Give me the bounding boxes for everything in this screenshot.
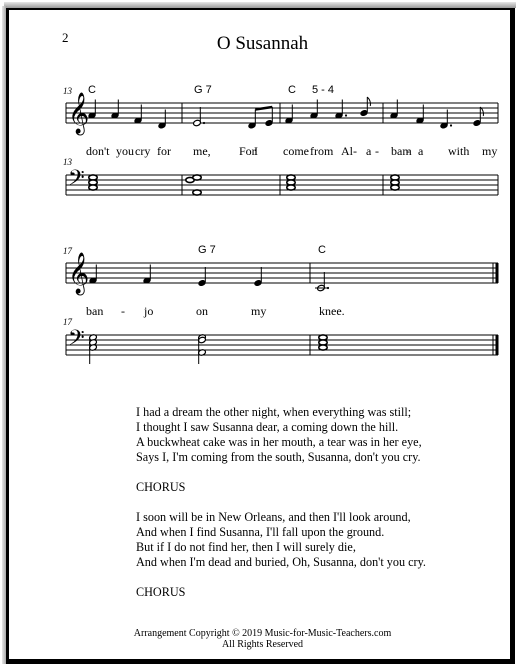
score: 𝄞𝄢1313C G 7C5 - 4don't you cry for me, ForI com… <box>63 84 499 364</box>
system-2: 𝄞𝄢1717G 7 Cban - jo on my knee. <box>63 244 499 364</box>
lyric-syllable: on <box>196 304 208 318</box>
lyric-syllable: with <box>448 144 469 158</box>
whole-note <box>192 174 203 181</box>
measure-number: 17 <box>63 246 73 256</box>
lyric-syllable: - <box>121 304 125 318</box>
lyric-syllable: a <box>418 144 424 158</box>
system-1: 𝄞𝄢1313C G 7C5 - 4don't you cry for me, ForI com… <box>63 84 499 196</box>
lyric-syllable: don't <box>86 144 110 158</box>
chord-symbol: C <box>88 84 96 96</box>
chord-symbol: C <box>288 84 296 96</box>
treble-clef-icon: 𝄞 <box>68 92 89 135</box>
chord-note <box>389 184 400 191</box>
whole-note <box>192 189 203 196</box>
note-dot <box>344 114 348 117</box>
lyric-syllable: for <box>157 144 171 158</box>
lyric-syllable: Al <box>341 144 354 158</box>
document-viewer: 2 O Susannah 𝄞 𝄢 13 13 C G 7C5 - 4 don't you cry… <box>0 0 525 670</box>
note-dot <box>326 286 330 290</box>
lyric-syllable: - <box>353 144 357 158</box>
measure-number: 17 <box>63 317 73 327</box>
lyric-syllable: cry <box>135 144 150 158</box>
verse-line: I soon will be in New Orleans, and then … <box>136 510 411 524</box>
rights-text: All Rights Reserved <box>221 639 304 650</box>
chord-note <box>88 184 99 191</box>
verse-line: CHORUS <box>136 480 186 494</box>
lyric-syllable: my <box>251 304 266 318</box>
measure-number: 13 <box>63 86 73 96</box>
note-beam <box>255 105 273 111</box>
lyric-syllable: - <box>406 144 410 158</box>
note-dot <box>449 124 453 127</box>
measure-number: 13 <box>63 157 73 167</box>
bass-clef-icon: 𝄢 <box>68 165 85 195</box>
verse-line: And when I find Susanna, I'll fall upon … <box>136 525 385 539</box>
lyric-syllable: I <box>254 144 258 158</box>
chord-note <box>317 344 328 351</box>
lyric-syllable: a <box>366 144 372 158</box>
chord-symbol: 5 - 4 <box>312 84 334 96</box>
chord-symbol: C <box>318 244 326 256</box>
chord-note <box>285 184 296 191</box>
lyric-syllable: - <box>375 144 379 158</box>
note-dot <box>202 121 206 125</box>
chorus-marker: CHORUS <box>136 585 426 600</box>
chorus-marker: CHORUS <box>136 480 426 495</box>
verse-line: Says I, I'm coming from the south, Susan… <box>136 450 421 464</box>
verse-line: But if I do not find her, then I will su… <box>136 540 356 554</box>
verse-line: I thought I saw Susanna dear, a coming d… <box>136 420 399 434</box>
verse-stanza: I soon will be in New Orleans, and then … <box>136 510 426 570</box>
verse-line: I had a dream the other night, when ever… <box>136 405 412 419</box>
bass-clef-icon: 𝄢 <box>68 325 85 355</box>
lyric-syllable: you <box>116 144 134 158</box>
verse-line: A buckwheat cake was in her mouth, a tea… <box>136 435 422 449</box>
lyric-syllable: from <box>310 144 334 158</box>
verses: I had a dream the other night, when ever… <box>136 405 426 615</box>
lyric-syllable: ban <box>86 304 103 318</box>
lyric-syllable: jo <box>143 304 153 318</box>
verse-line: And when I'm dead and buried, Oh, Susann… <box>136 555 426 569</box>
lyric-syllable: me, <box>193 144 211 158</box>
copyright-text: Arrangement Copyright © 2019 Music-for-M… <box>133 628 392 639</box>
footer: Arrangement Copyright © 2019 Music-for-M… <box>0 628 525 650</box>
verse-line: CHORUS <box>136 585 186 599</box>
chord-symbol: G 7 <box>194 84 212 96</box>
lyric-syllable: my <box>482 144 497 158</box>
chord-symbol: G 7 <box>198 244 216 256</box>
verse-stanza: I had a dream the other night, when ever… <box>136 405 426 465</box>
lyric-syllable: come <box>283 144 309 158</box>
treble-clef-icon: 𝄞 <box>68 252 89 295</box>
lyric-syllable: knee. <box>319 304 345 318</box>
